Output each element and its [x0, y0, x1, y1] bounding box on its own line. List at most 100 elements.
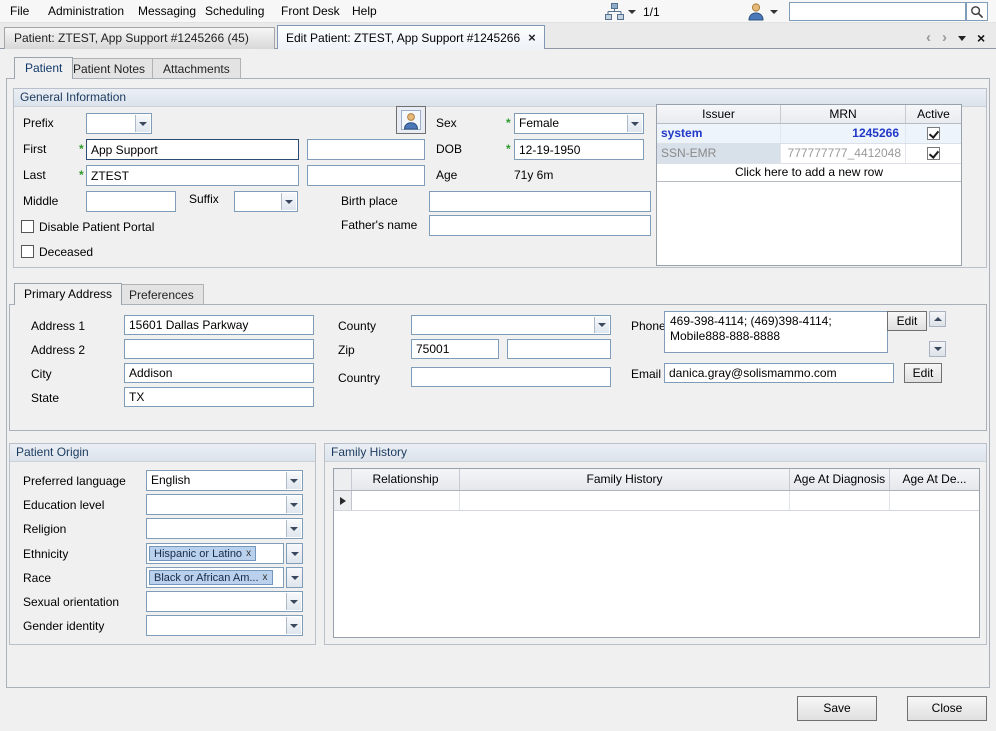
zip-label: Zip	[338, 343, 355, 357]
org-chart-icon[interactable]	[604, 3, 625, 23]
deceased-checkbox[interactable]	[21, 245, 34, 258]
race-chip[interactable]: Black or African Am... x	[149, 570, 273, 585]
tab-patient-notes[interactable]: Patient Notes	[62, 58, 157, 79]
tab-patient[interactable]: Patient	[14, 57, 74, 79]
ethnicity-dropdown-button[interactable]	[286, 543, 303, 564]
tab-edit-patient[interactable]: Edit Patient: ZTEST, App Support #124526…	[277, 25, 545, 49]
menu-administration[interactable]: Administration	[42, 0, 130, 23]
first-name-input[interactable]	[86, 139, 299, 160]
menu-help[interactable]: Help	[346, 0, 383, 23]
mrn-row-system[interactable]: system 1245266	[657, 124, 961, 144]
row-selector-cell[interactable]	[334, 491, 352, 510]
mrn-column-header[interactable]: MRN	[781, 105, 906, 123]
mrn-row-ssn-emr[interactable]: SSN-EMR 777777777_4412048	[657, 144, 961, 164]
org-chart-dropdown-icon[interactable]	[628, 10, 636, 14]
tab-bar-close-icon[interactable]: ×	[977, 31, 985, 45]
sex-dropdown-button[interactable]	[627, 115, 642, 132]
religion-select[interactable]	[146, 518, 303, 539]
first-name-alt-input[interactable]	[307, 139, 425, 160]
religion-dropdown-button[interactable]	[286, 520, 301, 537]
sexual-orientation-dropdown-button[interactable]	[286, 593, 301, 610]
row-selector-header	[334, 469, 352, 490]
education-level-select[interactable]	[146, 494, 303, 515]
religion-value	[151, 520, 284, 537]
address1-input[interactable]	[124, 315, 314, 335]
mrn-grid: Issuer MRN Active system 1245266 SSN-EMR…	[656, 104, 962, 266]
email-edit-button[interactable]: Edit	[904, 363, 942, 383]
menu-file[interactable]: File	[4, 0, 35, 23]
preferred-language-select[interactable]: English	[146, 470, 303, 491]
middle-name-input[interactable]	[86, 191, 176, 212]
phone-value-box[interactable]: 469-398-4114; (469)398-4114; Mobile888-8…	[664, 311, 888, 353]
education-level-dropdown-button[interactable]	[286, 496, 301, 513]
fathers-name-input[interactable]	[429, 215, 651, 236]
family-history-column-header[interactable]: Family History	[460, 469, 790, 490]
zip-plus4-input[interactable]	[507, 339, 611, 359]
phone-edit-button[interactable]: Edit	[887, 311, 927, 331]
sex-select[interactable]: Female	[514, 113, 644, 134]
disable-portal-checkbox[interactable]	[21, 220, 34, 233]
family-history-row[interactable]	[334, 491, 979, 511]
dob-input[interactable]	[514, 139, 644, 160]
active-checkbox[interactable]	[927, 127, 940, 140]
tab-list-dropdown-icon[interactable]	[958, 35, 966, 41]
email-input[interactable]	[664, 363, 894, 383]
zip-input[interactable]	[411, 339, 499, 359]
age-at-death-cell[interactable]	[890, 491, 979, 510]
issuer-column-header[interactable]: Issuer	[657, 105, 781, 123]
ethnicity-multiselect[interactable]: Hispanic or Latino x	[146, 543, 284, 564]
county-dropdown-button[interactable]	[594, 317, 609, 333]
user-dropdown-icon[interactable]	[770, 10, 778, 14]
tab-primary-address[interactable]: Primary Address	[14, 283, 123, 305]
race-multiselect[interactable]: Black or African Am... x	[146, 567, 284, 588]
tab-patient-view[interactable]: Patient: ZTEST, App Support #1245266 (45…	[4, 27, 275, 49]
tab-close-icon[interactable]: ×	[528, 31, 536, 44]
chip-remove-icon[interactable]: x	[263, 572, 268, 583]
ethnicity-chip[interactable]: Hispanic or Latino x	[149, 546, 257, 561]
active-column-header[interactable]: Active	[906, 105, 961, 123]
age-at-death-column-header[interactable]: Age At De...	[890, 469, 979, 490]
prefix-dropdown-button[interactable]	[135, 115, 150, 132]
preferred-language-dropdown-button[interactable]	[286, 472, 301, 489]
phone-scroll-down-button[interactable]	[929, 341, 946, 357]
birthplace-input[interactable]	[429, 191, 651, 212]
gender-identity-select[interactable]	[146, 615, 303, 636]
relationship-cell[interactable]	[352, 491, 460, 510]
sexual-orientation-select[interactable]	[146, 591, 303, 612]
active-checkbox[interactable]	[927, 147, 940, 160]
county-select[interactable]	[411, 315, 611, 335]
tab-scroll-right-icon[interactable]: ›	[942, 30, 947, 45]
address2-input[interactable]	[124, 339, 314, 359]
global-search-input[interactable]	[789, 2, 966, 21]
country-input[interactable]	[411, 367, 611, 387]
state-input[interactable]	[124, 387, 314, 407]
race-dropdown-button[interactable]	[286, 567, 303, 588]
chip-remove-icon[interactable]: x	[246, 548, 251, 559]
family-history-cell[interactable]	[460, 491, 790, 510]
gender-identity-dropdown-button[interactable]	[286, 617, 301, 634]
menu-front-desk[interactable]: Front Desk	[275, 0, 346, 23]
last-name-alt-input[interactable]	[307, 165, 425, 186]
tab-attachments[interactable]: Attachments	[152, 58, 241, 79]
patient-photo-button[interactable]	[396, 106, 426, 134]
city-input[interactable]	[124, 363, 314, 383]
phone-scroll-up-button[interactable]	[929, 311, 946, 327]
relationship-column-header[interactable]: Relationship	[352, 469, 460, 490]
menu-messaging[interactable]: Messaging	[132, 0, 202, 23]
age-at-diagnosis-cell[interactable]	[790, 491, 890, 510]
user-icon[interactable]	[747, 2, 765, 24]
tab-preferences[interactable]: Preferences	[119, 284, 204, 305]
tab-scroll-left-icon[interactable]: ‹	[926, 30, 931, 45]
save-button[interactable]: Save	[797, 696, 877, 721]
close-button[interactable]: Close	[907, 696, 987, 721]
menu-scheduling[interactable]: Scheduling	[199, 0, 270, 23]
search-button[interactable]	[966, 2, 988, 21]
suffix-dropdown-button[interactable]	[281, 193, 296, 210]
suffix-select[interactable]	[234, 191, 298, 212]
mrn-add-row[interactable]: Click here to add a new row	[657, 164, 961, 182]
last-name-input[interactable]	[86, 165, 299, 186]
mrn-active-cell	[906, 144, 961, 163]
mrn-value-cell: 1245266	[781, 124, 906, 143]
prefix-select[interactable]	[86, 113, 152, 134]
age-at-diagnosis-column-header[interactable]: Age At Diagnosis	[790, 469, 890, 490]
